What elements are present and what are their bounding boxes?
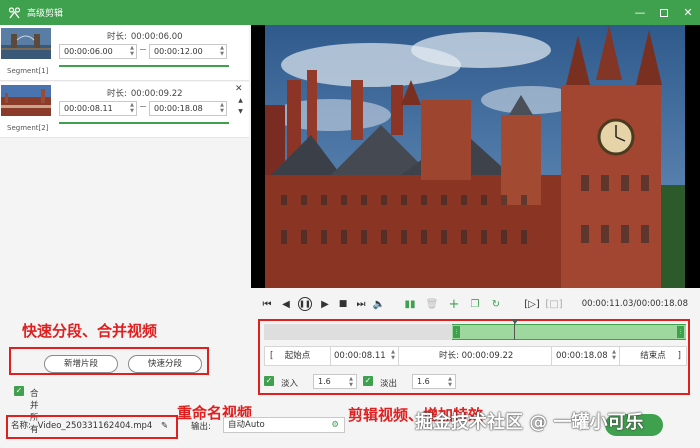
segment-end-field[interactable]: 00:00:18.08 ▲ ▼: [149, 101, 227, 116]
video-preview[interactable]: [251, 25, 700, 288]
step-back-icon[interactable]: ◀: [280, 298, 292, 310]
segment-progress-bar: [59, 122, 229, 124]
spinner-icon[interactable]: ▲ ▼: [130, 102, 134, 114]
trash-icon[interactable]: 🗑: [426, 298, 439, 310]
fade-out-checkbox[interactable]: ✓: [363, 376, 373, 386]
app-logo-icon: [7, 6, 21, 20]
pause-icon[interactable]: ❚❚: [298, 297, 312, 311]
close-icon: ✕: [683, 6, 693, 19]
step-forward-icon[interactable]: ▶: [319, 298, 331, 310]
timeline-right-handle[interactable]: ⋮: [677, 326, 684, 338]
segment-thumbnail: [1, 28, 51, 59]
mark-out-icon[interactable]: [□]: [545, 298, 562, 310]
quick-split-button[interactable]: 快速分段: [128, 355, 202, 373]
segment-end-field[interactable]: 00:00:12.00 ▲ ▼: [149, 44, 227, 59]
spinner-icon[interactable]: ▲ ▼: [448, 376, 452, 388]
window-title: 高级剪辑: [27, 9, 64, 19]
annotation-segment-merge: 快速分段、合并视频: [22, 322, 158, 340]
bracket-right-icon: ]: [677, 351, 681, 361]
segment-duration: 时长: 00:00:09.22: [107, 89, 183, 99]
playhead-marker-icon[interactable]: [511, 319, 519, 324]
minimize-button[interactable]: —: [628, 0, 652, 25]
watermark-text: 掘金技术社区 @ 一罐小可乐: [415, 412, 644, 433]
output-label: 输出:: [191, 422, 211, 432]
playback-timecode: 00:00:11.03/00:00:18.08: [581, 299, 688, 309]
spinner-icon[interactable]: ▲ ▼: [130, 45, 134, 57]
spinner-icon[interactable]: ▲ ▼: [612, 349, 616, 361]
mark-in-icon[interactable]: [▷]: [524, 298, 540, 310]
spinner-icon[interactable]: ▲ ▼: [220, 45, 224, 57]
add-segment-button[interactable]: 新增片段: [44, 355, 118, 373]
segment-start-field[interactable]: 00:00:06.00 ▲ ▼: [59, 44, 137, 59]
trim-row: [起始点 00:00:08.11 ▲ ▼ 时长: 00:00:09.22 00:00…: [264, 346, 687, 366]
segment-label: Segment[1]: [7, 67, 49, 75]
skip-to-end-icon[interactable]: ⏭: [355, 298, 367, 310]
file-name-label: 名称:: [11, 421, 31, 431]
volume-icon[interactable]: 🔈: [373, 298, 385, 310]
end-time-field[interactable]: 00:00:18.08 ▲ ▼: [552, 347, 620, 365]
timeline-left-handle[interactable]: ⋮: [453, 326, 460, 338]
set-start-button[interactable]: [起始点: [265, 347, 331, 365]
minimize-icon: —: [634, 6, 646, 19]
delete-segment-icon[interactable]: ✕: [235, 84, 243, 94]
add-icon[interactable]: +: [448, 297, 460, 312]
segment-thumbnail: [1, 85, 51, 116]
file-name-value: Video_250331162404.mp4: [37, 421, 153, 431]
advanced-edit-window: 高级剪辑 — ✕ Segment[1] 时长: 00:00:06.00 00:00…: [0, 0, 700, 448]
move-up-icon[interactable]: ▲: [236, 97, 245, 105]
rotate-icon[interactable]: ↻: [490, 298, 502, 310]
skip-to-start-icon[interactable]: ⏮: [261, 298, 273, 310]
segment-progress-bar: [59, 65, 229, 67]
move-down-icon[interactable]: ▼: [236, 108, 245, 116]
merge-all-checkbox[interactable]: ✓: [14, 386, 24, 396]
duration-display: 时长: 00:00:09.22: [399, 347, 552, 365]
fade-out-field[interactable]: 1.6 ▲ ▼: [412, 374, 456, 389]
start-time-field[interactable]: 00:00:08.11 ▲ ▼: [331, 347, 399, 365]
stop-icon[interactable]: ■: [337, 298, 349, 310]
spinner-icon[interactable]: ▲ ▼: [220, 102, 224, 114]
segment-start-field[interactable]: 00:00:08.11 ▲ ▼: [59, 101, 137, 116]
spinner-icon[interactable]: ▲ ▼: [349, 376, 353, 388]
maximize-button[interactable]: [652, 0, 676, 25]
output-select[interactable]: 自动Auto ⚙: [223, 417, 345, 433]
copy-icon[interactable]: ❐: [469, 298, 481, 310]
segment-item[interactable]: Segment[2] 时长: 00:00:09.22 00:00:08.11 ▲ ▼ …: [0, 82, 249, 138]
title-bar: 高级剪辑 — ✕: [0, 0, 700, 25]
split-icon[interactable]: ▮▮: [404, 298, 416, 310]
segment-item[interactable]: Segment[1] 时长: 00:00:06.00 00:00:06.00 ▲ ▼ …: [0, 25, 249, 81]
timeline-selection[interactable]: [452, 324, 686, 340]
fade-in-checkbox[interactable]: ✓: [264, 376, 274, 386]
range-dash: [140, 49, 146, 50]
edit-name-icon[interactable]: ✎: [161, 421, 168, 431]
fade-in-field[interactable]: 1.6 ▲ ▼: [313, 374, 357, 389]
segment-duration: 时长: 00:00:06.00: [107, 32, 183, 42]
close-button[interactable]: ✕: [676, 0, 700, 25]
maximize-icon: [660, 8, 668, 17]
spinner-icon[interactable]: ▲ ▼: [391, 349, 395, 361]
segment-label: Segment[2]: [7, 124, 49, 132]
playback-controls: ⏮ ◀ ❚❚ ▶ ■ ⏭ 🔈 ▮▮ 🗑 + ❐ ↻ [▷] [□] 00:00:…: [251, 289, 700, 317]
gear-icon[interactable]: ⚙: [331, 418, 339, 432]
range-dash: [140, 106, 146, 107]
bracket-left-icon: [: [270, 351, 274, 361]
fade-in-label: 淡入: [281, 379, 299, 389]
file-name-field[interactable]: 名称: Video_250331162404.mp4 ✎: [11, 419, 168, 431]
fade-out-label: 淡出: [380, 379, 398, 389]
set-end-button[interactable]: 结束点]: [620, 347, 686, 365]
